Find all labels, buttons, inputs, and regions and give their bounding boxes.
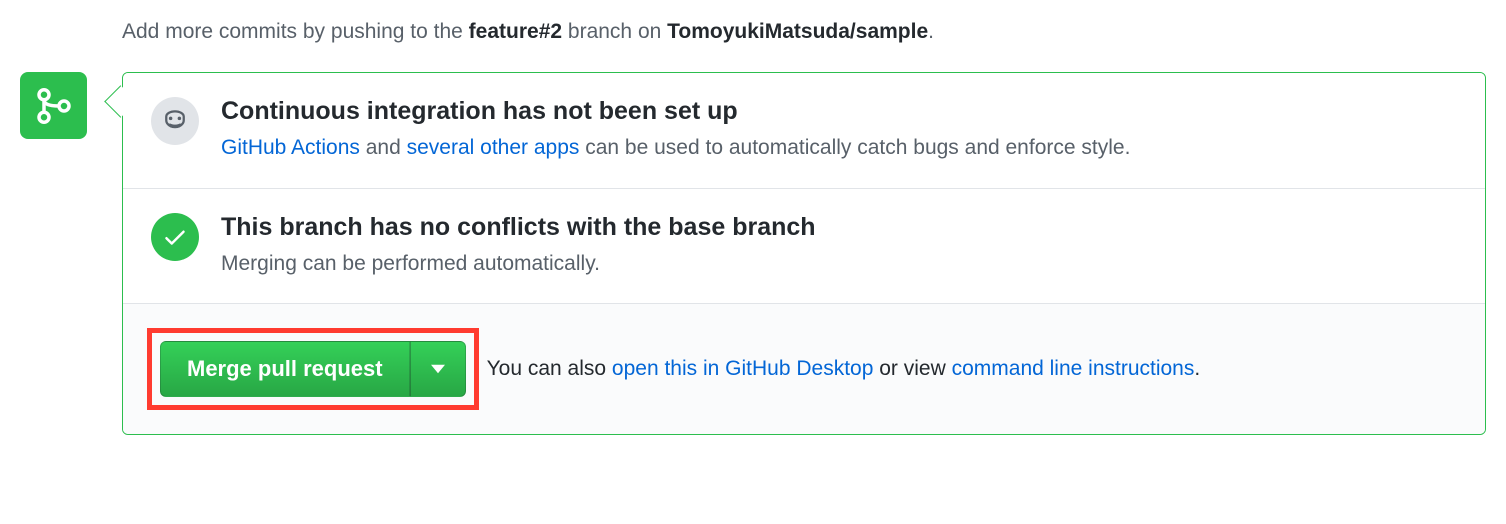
git-merge-icon bbox=[34, 86, 74, 126]
merge-button-highlight: Merge pull request bbox=[147, 328, 479, 410]
github-actions-link[interactable]: GitHub Actions bbox=[221, 136, 360, 159]
footer-period: . bbox=[1194, 357, 1200, 380]
footer-or-view: or view bbox=[873, 357, 951, 380]
command-line-link[interactable]: command line instructions bbox=[952, 357, 1195, 380]
github-desktop-link[interactable]: open this in GitHub Desktop bbox=[612, 357, 873, 380]
footer-also-prefix: You can also bbox=[487, 357, 612, 380]
hint-prefix: Add more commits by pushing to the bbox=[122, 20, 469, 43]
conflict-section: This branch has no conflicts with the ba… bbox=[123, 189, 1485, 305]
check-icon bbox=[151, 213, 199, 261]
conflict-title: This branch has no conflicts with the ba… bbox=[221, 213, 1457, 242]
bot-icon bbox=[151, 97, 199, 145]
ci-mid1: and bbox=[360, 136, 407, 159]
other-apps-link[interactable]: several other apps bbox=[407, 136, 580, 159]
conflict-sub: Merging can be performed automatically. bbox=[221, 248, 1457, 280]
hint-mid: branch on bbox=[562, 20, 667, 43]
push-hint: Add more commits by pushing to the featu… bbox=[122, 20, 1506, 44]
hint-branch: feature#2 bbox=[469, 20, 562, 43]
merge-options-dropdown[interactable] bbox=[410, 341, 466, 397]
ci-description: GitHub Actions and several other apps ca… bbox=[221, 132, 1457, 164]
caret-down-icon bbox=[431, 364, 445, 374]
ci-section: Continuous integration has not been set … bbox=[123, 73, 1485, 189]
merge-footer: Merge pull request You can also open thi… bbox=[123, 304, 1485, 434]
merge-panel: Continuous integration has not been set … bbox=[122, 72, 1486, 435]
footer-text: You can also open this in GitHub Desktop… bbox=[487, 357, 1201, 381]
merge-badge bbox=[20, 72, 87, 139]
ci-rest: can be used to automatically catch bugs … bbox=[579, 136, 1130, 159]
hint-repo: TomoyukiMatsuda/sample bbox=[667, 20, 928, 43]
hint-suffix: . bbox=[928, 20, 934, 43]
merge-pull-request-button[interactable]: Merge pull request bbox=[160, 341, 410, 397]
ci-title: Continuous integration has not been set … bbox=[221, 97, 1457, 126]
